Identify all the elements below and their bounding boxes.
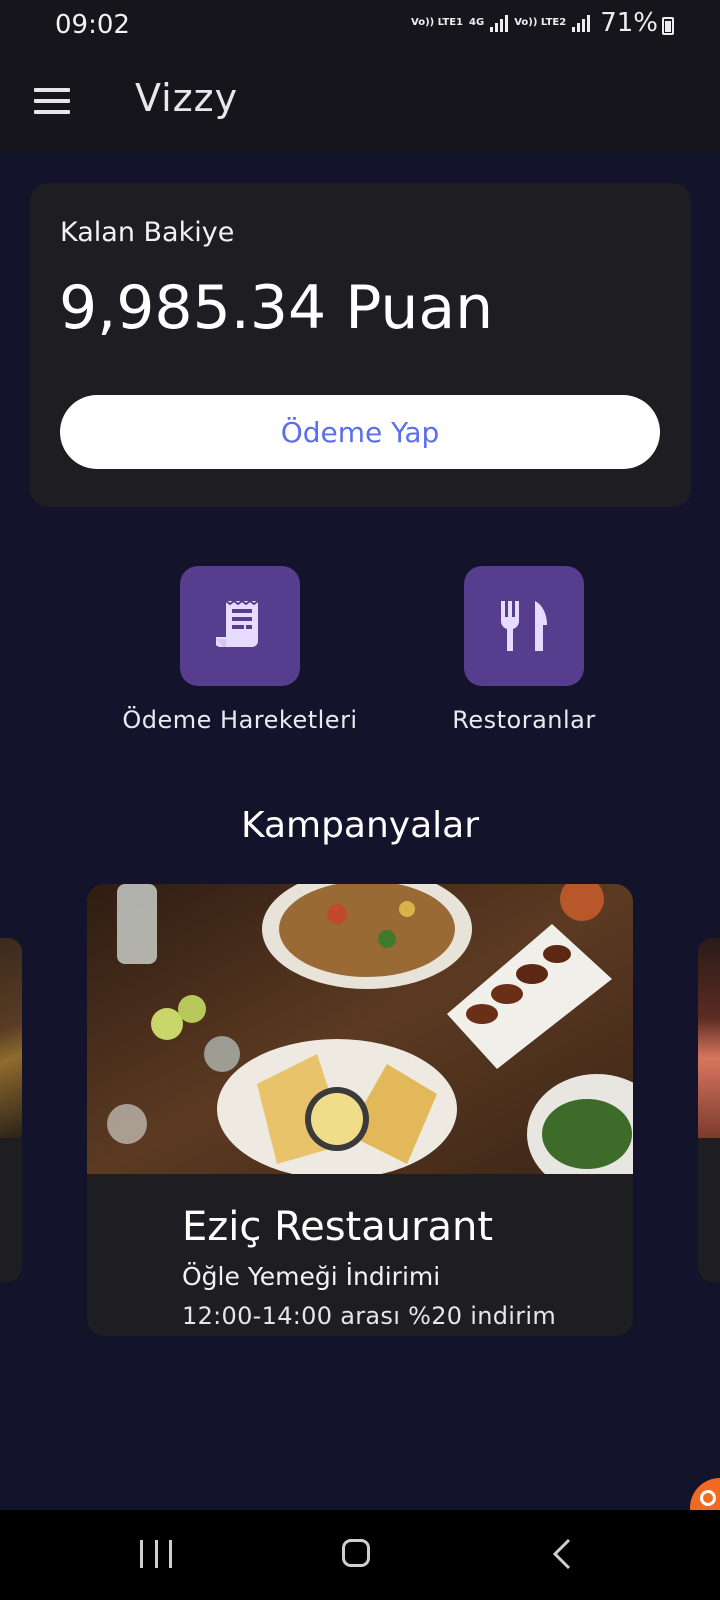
battery-icon: [662, 17, 674, 35]
payment-history-tile[interactable]: [180, 566, 300, 686]
balance-value: 9,985.34 Puan: [59, 273, 494, 343]
campaign-description: 12:00-14:00 arası %20 indirim: [182, 1302, 557, 1330]
campaign-image: [87, 884, 633, 1174]
balance-label: Kalan Bakiye: [60, 217, 235, 248]
status-bar: 09:02 Vo)) LTE1 4G Vo)) LTE2 71%: [0, 0, 720, 52]
campaigns-title: Kampanyalar: [240, 805, 480, 846]
network-type: 4G: [469, 17, 485, 28]
fab-icon: [700, 1490, 716, 1506]
balance-card: Kalan Bakiye 9,985.34 Puan Ödeme Yap: [30, 183, 691, 507]
status-indicators: Vo)) LTE1 4G Vo)) LTE2 71%: [411, 8, 658, 38]
app-bar: Vizzy: [0, 52, 720, 152]
status-time: 09:02: [55, 10, 130, 40]
campaign-card-previous[interactable]: [0, 938, 22, 1282]
home-icon[interactable]: [342, 1539, 370, 1567]
signal-icon: [490, 14, 509, 32]
sim1-indicator: Vo)) LTE1: [411, 17, 464, 28]
back-icon[interactable]: [552, 1538, 572, 1570]
receipt-icon: [216, 599, 259, 648]
restaurants-tile[interactable]: [464, 566, 584, 686]
campaign-subtitle: Öğle Yemeği İndirimi: [182, 1262, 441, 1291]
fork-knife-icon: [500, 601, 547, 651]
hamburger-menu-icon[interactable]: [34, 88, 70, 114]
pay-button[interactable]: Ödeme Yap: [60, 395, 660, 469]
campaign-restaurant-name: Eziç Restaurant: [182, 1204, 494, 1250]
battery-percent: 71%: [600, 8, 658, 38]
signal-icon: [572, 14, 591, 32]
app-title: Vizzy: [135, 76, 239, 120]
campaign-card[interactable]: Eziç Restaurant Öğle Yemeği İndirimi 12:…: [87, 884, 633, 1336]
campaign-image: [698, 938, 720, 1138]
payment-history-button[interactable]: Ödeme Hareketleri: [110, 566, 370, 734]
recents-icon[interactable]: [140, 1540, 172, 1568]
sim2-indicator: Vo)) LTE2: [514, 17, 567, 28]
restaurants-label: Restoranlar: [452, 706, 596, 734]
restaurants-button[interactable]: Restoranlar: [394, 566, 654, 734]
campaign-image: [0, 938, 22, 1138]
payment-history-label: Ödeme Hareketleri: [122, 706, 358, 734]
campaign-card-next[interactable]: [698, 938, 720, 1282]
system-nav-bar: [0, 1510, 720, 1600]
